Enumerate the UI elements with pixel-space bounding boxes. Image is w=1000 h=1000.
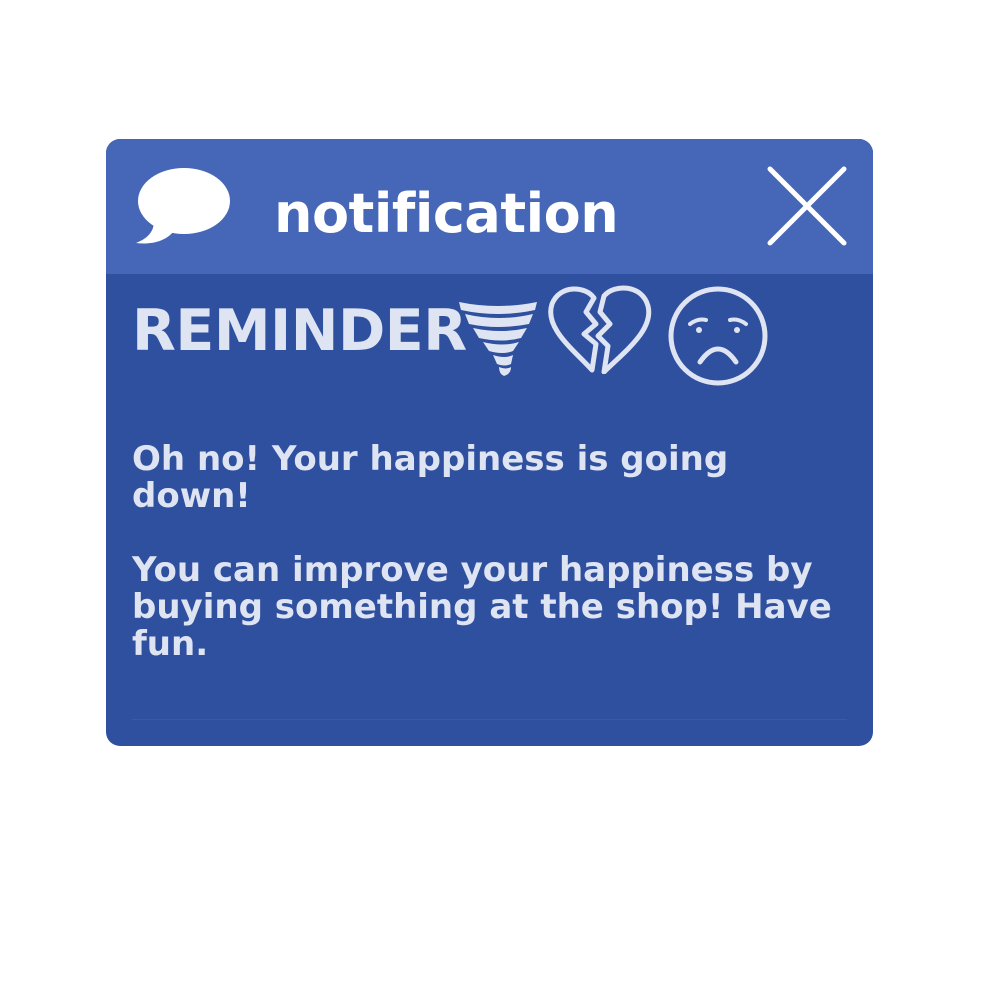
message-text: You can improve your happiness by buying… xyxy=(132,550,832,664)
close-icon[interactable] xyxy=(767,166,847,246)
title-bar: notification xyxy=(106,139,873,274)
reminder-heading: REMINDER xyxy=(132,298,467,364)
close-button[interactable] xyxy=(762,161,852,251)
speech-bubble-icon xyxy=(136,168,230,244)
sad-face-icon xyxy=(668,286,768,386)
divider xyxy=(132,719,847,720)
tornado-icon xyxy=(459,302,537,376)
message-text: Oh no! Your happiness is going down! xyxy=(132,439,729,516)
heading-row: REMINDER xyxy=(132,284,852,386)
broken-heart-icon xyxy=(548,285,652,374)
notification-window: notification REMINDER Oh no! Your happin… xyxy=(106,139,873,746)
window-title: notification xyxy=(274,182,619,245)
